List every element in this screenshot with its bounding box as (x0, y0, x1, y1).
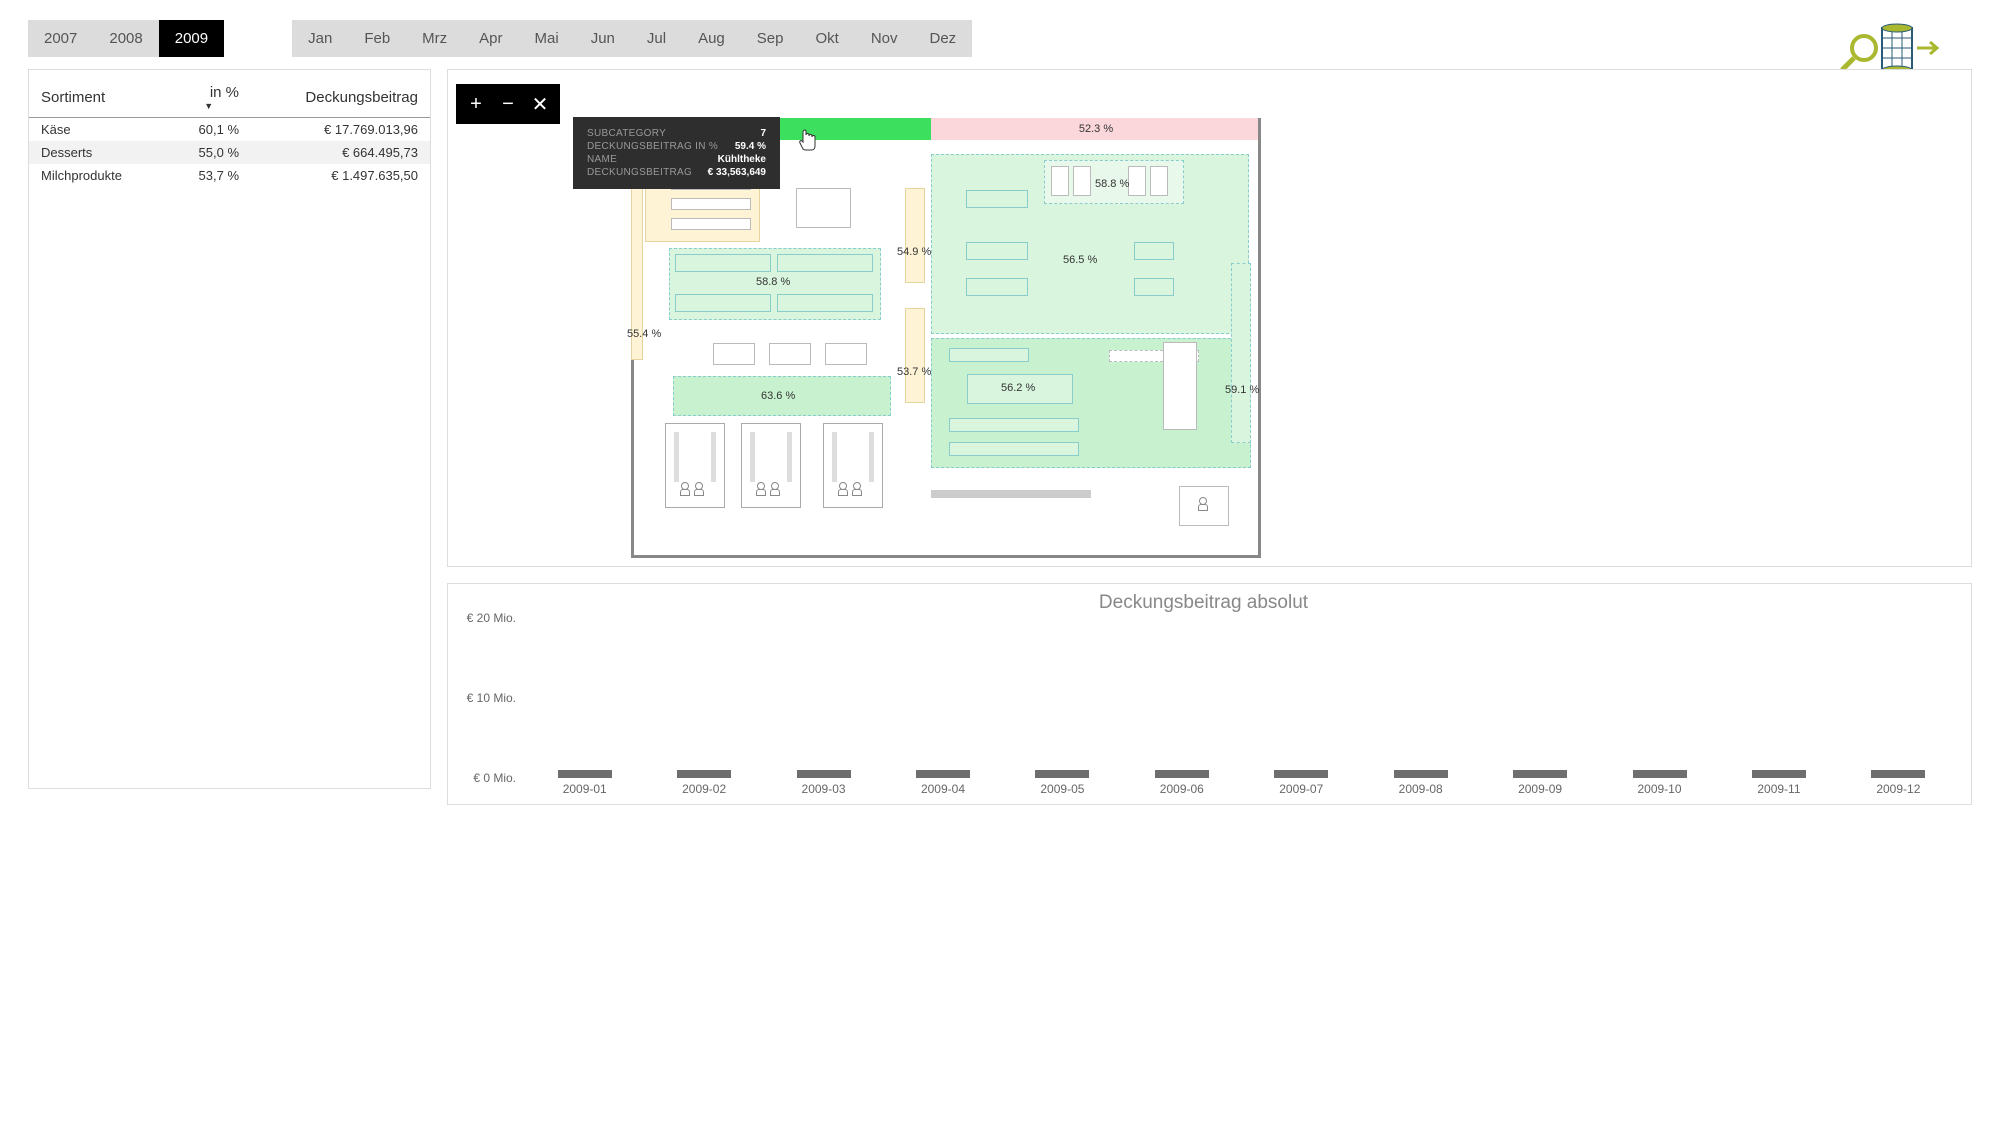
x-tick: 2009-03 (771, 782, 876, 796)
zoom-out-button[interactable]: − (492, 88, 524, 120)
zone-label: 63.6 % (761, 390, 795, 402)
zoom-in-button[interactable]: + (460, 88, 492, 120)
zone-59-1[interactable] (1231, 263, 1251, 443)
zone-label: 56.5 % (1063, 254, 1097, 266)
zone-label: 55.4 % (627, 328, 661, 340)
year-filter-group: 2007 2008 2009 (28, 20, 224, 57)
zone-label: 53.7 % (897, 366, 931, 378)
month-filter-group: Jan Feb Mrz Apr Mai Jun Jul Aug Sep Okt … (292, 20, 972, 57)
checkout-3[interactable] (823, 423, 883, 508)
bar[interactable] (1846, 770, 1951, 778)
cursor-icon (798, 128, 818, 157)
zone-label: 59.1 % (1225, 384, 1259, 396)
month-feb-button[interactable]: Feb (348, 20, 406, 57)
bar[interactable] (1607, 770, 1712, 778)
x-tick: 2009-04 (890, 782, 995, 796)
month-jul-button[interactable]: Jul (631, 20, 682, 57)
sortiment-table[interactable]: Sortiment in %▼ Deckungsbeitrag Käse 60,… (29, 78, 430, 187)
x-tick: 2009-11 (1726, 782, 1831, 796)
month-jan-button[interactable]: Jan (292, 20, 348, 57)
zoom-reset-button[interactable]: ✕ (524, 88, 556, 120)
checkout-1[interactable] (665, 423, 725, 508)
year-2007-button[interactable]: 2007 (28, 20, 93, 57)
bar[interactable] (1726, 770, 1831, 778)
x-tick: 2009-01 (532, 782, 637, 796)
zone-label: 56.2 % (1001, 382, 1035, 394)
zoom-controls: + − ✕ (456, 84, 560, 124)
month-may-button[interactable]: Mai (519, 20, 575, 57)
zone-yellow[interactable] (905, 188, 925, 283)
x-tick: 2009-02 (651, 782, 756, 796)
checkout-2[interactable] (741, 423, 801, 508)
bar[interactable] (651, 770, 756, 778)
month-dec-button[interactable]: Dez (914, 20, 973, 57)
bar[interactable] (890, 770, 995, 778)
col-percent[interactable]: in %▼ (167, 78, 252, 118)
table-row[interactable]: Desserts 55,0 % € 664.495,73 (29, 141, 430, 164)
zone-label: 54.9 % (897, 246, 931, 258)
x-tick: 2009-06 (1129, 782, 1234, 796)
x-tick: 2009-09 (1487, 782, 1592, 796)
x-tick: 2009-12 (1846, 782, 1951, 796)
year-2008-button[interactable]: 2008 (93, 20, 158, 57)
filter-bar: 2007 2008 2009 Jan Feb Mrz Apr Mai Jun J… (28, 20, 1972, 57)
bar[interactable] (1010, 770, 1115, 778)
month-nov-button[interactable]: Nov (855, 20, 914, 57)
chart-deckungsbeitrag[interactable]: Deckungsbeitrag absolut € 20 Mio. € 10 M… (447, 583, 1972, 805)
bar[interactable] (1368, 770, 1473, 778)
zone-yellow[interactable] (905, 308, 925, 403)
x-tick: 2009-10 (1607, 782, 1712, 796)
month-oct-button[interactable]: Okt (799, 20, 854, 57)
month-jun-button[interactable]: Jun (575, 20, 631, 57)
zone-label: 58.8 % (1095, 178, 1129, 190)
y-tick: € 20 Mio. (467, 611, 516, 625)
col-deckungsbeitrag[interactable]: Deckungsbeitrag (251, 78, 430, 118)
chart-title: Deckungsbeitrag absolut (456, 592, 1951, 614)
table-row[interactable]: Milchprodukte 53,7 % € 1.497.635,50 (29, 164, 430, 187)
x-tick: 2009-07 (1249, 782, 1354, 796)
x-tick: 2009-08 (1368, 782, 1473, 796)
col-sortiment[interactable]: Sortiment (29, 78, 167, 118)
sortiment-table-panel: Sortiment in %▼ Deckungsbeitrag Käse 60,… (28, 69, 431, 789)
table-row[interactable]: Käse 60,1 % € 17.769.013,96 (29, 118, 430, 142)
floorplan-visual[interactable]: + − ✕ SUBCATEGORY7 DECKUNGSBEITRAG IN %5… (447, 69, 1972, 567)
month-aug-button[interactable]: Aug (682, 20, 741, 57)
month-apr-button[interactable]: Apr (463, 20, 518, 57)
month-sep-button[interactable]: Sep (741, 20, 800, 57)
y-tick: € 0 Mio. (473, 771, 516, 785)
bar[interactable] (1249, 770, 1354, 778)
bar[interactable] (1129, 770, 1234, 778)
tooltip: SUBCATEGORY7 DECKUNGSBEITRAG IN %59.4 % … (573, 117, 780, 189)
info-desk[interactable] (1179, 486, 1229, 526)
bar[interactable] (532, 770, 637, 778)
bar[interactable] (771, 770, 876, 778)
zone-label: 58.8 % (756, 276, 790, 288)
month-mar-button[interactable]: Mrz (406, 20, 463, 57)
year-2009-button[interactable]: 2009 (159, 20, 224, 57)
x-tick: 2009-05 (1010, 782, 1115, 796)
y-tick: € 10 Mio. (467, 691, 516, 705)
bar[interactable] (1487, 770, 1592, 778)
